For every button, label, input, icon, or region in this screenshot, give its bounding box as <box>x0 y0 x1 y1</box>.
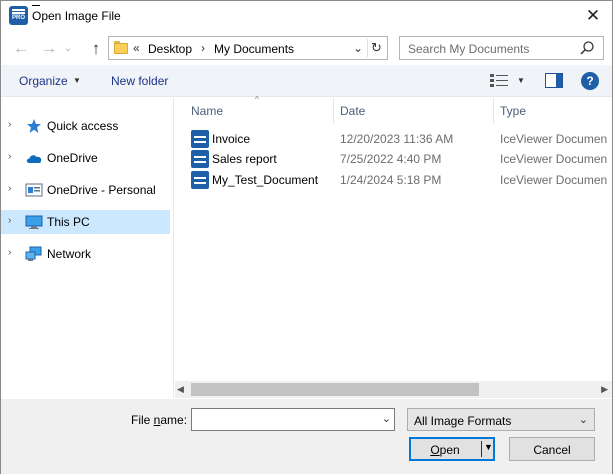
breadcrumb-my-documents[interactable]: My Documents <box>214 42 294 56</box>
sidebar-item-label: This PC <box>47 215 90 229</box>
address-row: ← → ⌄ ↑ « Desktop › My Documents ⌄ ↻ Sea… <box>1 35 612 63</box>
iceviewer-document-icon <box>191 150 209 168</box>
file-name: Sales report <box>212 152 277 166</box>
chevron-down-icon[interactable]: ⌄ <box>579 413 588 426</box>
open-file-dialog: PRO Open Image File ✕ ← → ⌄ ↑ « Desktop … <box>0 0 613 474</box>
scroll-left-icon[interactable]: ◀ <box>177 384 184 395</box>
scroll-right-icon[interactable]: ▶ <box>601 384 608 395</box>
folder-icon <box>114 41 128 55</box>
search-placeholder: Search My Documents <box>408 42 530 56</box>
sidebar-item-onedrive[interactable]: › OneDrive <box>1 146 170 170</box>
onedrive-personal-icon <box>25 183 43 197</box>
file-name: Invoice <box>212 132 251 146</box>
file-type-filter-select[interactable]: All Image Formats ⌄ <box>407 408 595 431</box>
file-row[interactable]: Sales report 7/25/2022 4:40 PM IceViewer… <box>187 149 607 169</box>
up-arrow-icon[interactable]: ↑ <box>85 38 107 60</box>
view-details-icon[interactable] <box>490 74 508 88</box>
iceviewer-document-icon <box>191 171 209 189</box>
address-dropdown-icon[interactable]: ⌄ <box>350 39 366 57</box>
organize-caret-icon[interactable]: ▼ <box>73 76 81 85</box>
file-date: 12/20/2023 11:36 AM <box>340 132 454 146</box>
refresh-icon[interactable]: ↻ <box>367 39 385 57</box>
sidebar-item-label: OneDrive - Personal <box>47 183 156 197</box>
view-caret-icon[interactable]: ▼ <box>517 76 525 85</box>
file-row[interactable]: Invoice 12/20/2023 11:36 AM IceViewer Do… <box>187 129 607 149</box>
organize-button[interactable]: Organize <box>19 74 68 88</box>
open-button-divider <box>481 441 482 457</box>
sort-ascending-icon: ^ <box>255 95 259 104</box>
column-header-date[interactable]: Date <box>334 98 494 124</box>
command-bar: Organize ▼ New folder ▼ ? <box>1 65 612 97</box>
address-bar[interactable]: « Desktop › My Documents ⌄ ↻ <box>108 36 388 60</box>
file-date: 1/24/2024 5:18 PM <box>340 173 442 187</box>
sidebar-item-label: Network <box>47 247 92 261</box>
column-header-type[interactable]: Type <box>494 98 612 124</box>
iceviewer-document-icon <box>191 130 209 148</box>
file-type: IceViewer Document <box>500 173 607 187</box>
sidebar-item-this-pc[interactable]: › This PC <box>1 210 170 234</box>
chevron-right-icon[interactable]: › <box>8 151 18 162</box>
navigation-pane: › Quick access › OneDrive › OneDrive - P… <box>1 98 174 398</box>
search-icon[interactable] <box>579 40 595 56</box>
title-underline-mark <box>32 5 40 6</box>
file-type: IceViewer Document <box>500 132 607 146</box>
iceviewer-pro-icon: PRO <box>9 6 28 25</box>
breadcrumb-desktop[interactable]: Desktop <box>148 42 192 56</box>
chevron-right-icon[interactable]: › <box>8 215 18 226</box>
cancel-button[interactable]: Cancel <box>509 437 595 461</box>
horizontal-scrollbar[interactable]: ◀ ▶ <box>175 381 612 398</box>
chevron-right-icon[interactable]: › <box>8 119 18 130</box>
dialog-title: Open Image File <box>32 9 121 23</box>
sidebar-item-onedrive-personal[interactable]: › OneDrive - Personal <box>1 178 170 202</box>
title-bar: PRO Open Image File ✕ <box>1 1 612 31</box>
file-list: ^ Name Date Type Invoice 12/20/2023 11:3… <box>175 95 612 398</box>
help-icon[interactable]: ? <box>581 72 599 90</box>
back-arrow-icon[interactable]: ← <box>10 38 32 60</box>
dialog-footer: File name: ⌄ All Image Formats ⌄ Open ▼ … <box>1 399 612 474</box>
forward-arrow-icon[interactable]: → <box>38 38 60 60</box>
recent-locations-chevron-icon[interactable]: ⌄ <box>61 38 75 60</box>
sidebar-item-label: OneDrive <box>47 151 98 165</box>
new-folder-button[interactable]: New folder <box>111 74 168 88</box>
file-row[interactable]: My_Test_Document 1/24/2024 5:18 PM IceVi… <box>187 170 607 190</box>
file-name-input[interactable]: ⌄ <box>191 408 395 431</box>
file-name: My_Test_Document <box>212 173 319 187</box>
open-options-caret-icon[interactable]: ▼ <box>484 442 493 452</box>
file-date: 7/25/2022 4:40 PM <box>340 152 442 166</box>
sidebar-item-label: Quick access <box>47 119 119 133</box>
sidebar-item-network[interactable]: › Network <box>1 242 170 266</box>
file-type: IceViewer Document <box>500 152 607 166</box>
overflow-chevron-icon[interactable]: « <box>133 41 140 55</box>
file-name-label: File name: <box>131 413 188 427</box>
search-input[interactable]: Search My Documents <box>399 36 604 60</box>
preview-pane-icon[interactable] <box>545 73 563 88</box>
network-icon <box>25 246 42 261</box>
cloud-icon <box>26 155 42 163</box>
chevron-right-icon[interactable]: › <box>8 183 18 194</box>
close-icon[interactable]: ✕ <box>580 4 606 28</box>
column-header-name[interactable]: ^ Name <box>175 95 334 124</box>
chevron-right-icon[interactable]: › <box>8 247 18 258</box>
chevron-down-icon[interactable]: ⌄ <box>382 412 391 425</box>
breadcrumb-separator-icon[interactable]: › <box>201 41 205 55</box>
sidebar-item-quick-access[interactable]: › Quick access <box>1 114 170 138</box>
scrollbar-thumb[interactable] <box>191 383 479 396</box>
open-button[interactable]: Open ▼ <box>409 437 495 461</box>
star-icon <box>27 119 41 133</box>
computer-icon <box>25 215 43 229</box>
